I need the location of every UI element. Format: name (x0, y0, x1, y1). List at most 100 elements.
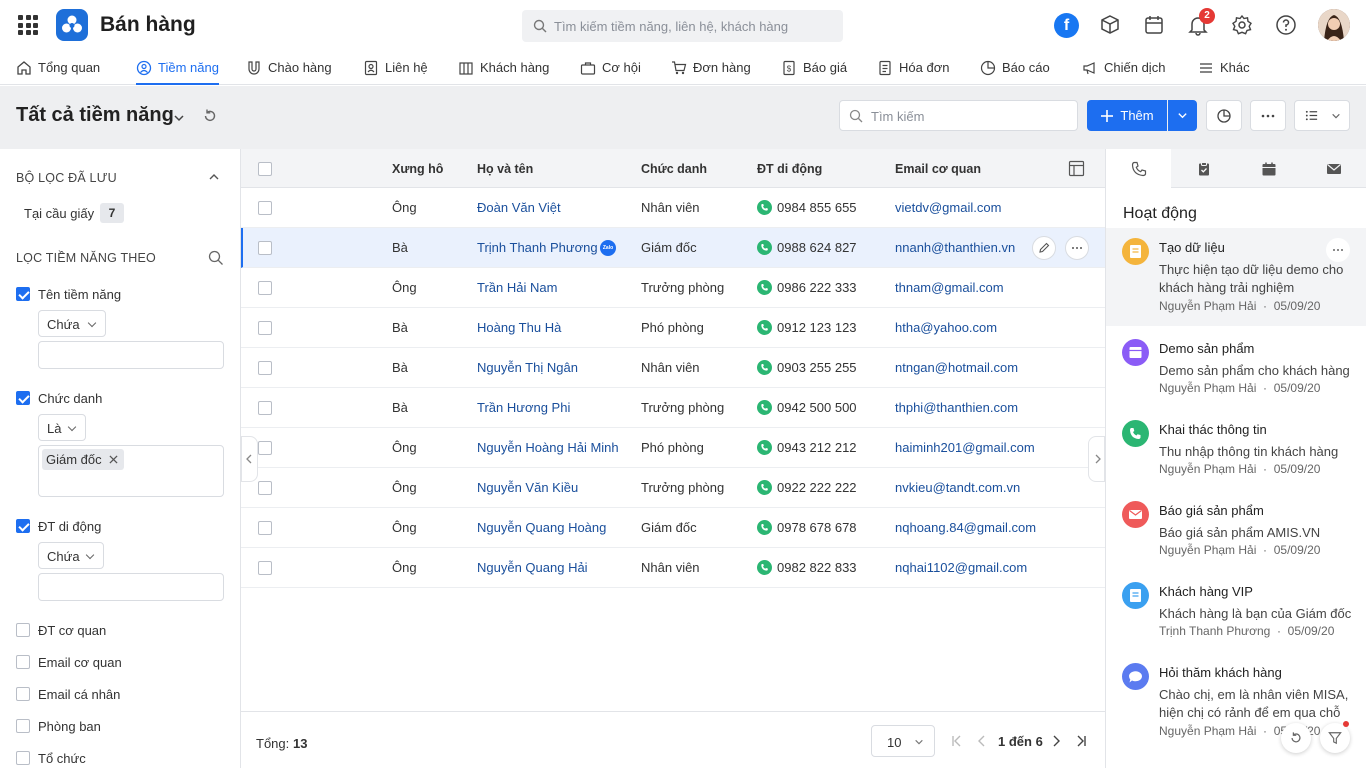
phone-icon[interactable] (757, 520, 772, 535)
tab-reports[interactable]: Báo cáo (980, 50, 1050, 85)
cell-name[interactable]: Nguyễn Quang Hoàng (477, 520, 606, 535)
activity-more-button[interactable] (1326, 238, 1350, 262)
filter-checkbox-personal-email[interactable] (16, 687, 30, 701)
facebook-icon[interactable]: f (1054, 13, 1079, 38)
activity-item[interactable]: Khách hàng VIP Khách hàng là bạn của Giá… (1106, 572, 1366, 653)
table-row[interactable]: Ông Nguyễn Quang Hoàng Giám đốc 0978 678… (241, 508, 1105, 548)
filter-activity-button[interactable] (1320, 721, 1350, 753)
page-search-input[interactable]: Tìm kiếm (839, 100, 1078, 131)
row-checkbox[interactable] (258, 441, 272, 455)
column-header-title[interactable]: Chức danh (641, 162, 707, 176)
cell-mobile[interactable]: 0912 123 123 (777, 320, 857, 335)
cell-email[interactable]: haiminh201@gmail.com (895, 440, 1035, 455)
chevron-down-icon[interactable] (173, 112, 185, 124)
user-avatar[interactable] (1318, 9, 1350, 41)
cell-mobile[interactable]: 0988 624 827 (777, 240, 857, 255)
tab-opportunities[interactable]: Cơ hội (580, 50, 641, 85)
activity-title-text[interactable]: Khai thác thông tin (1159, 422, 1267, 437)
cell-mobile[interactable]: 0984 855 655 (777, 200, 857, 215)
first-page-icon[interactable] (950, 734, 964, 748)
add-dropdown-button[interactable] (1168, 100, 1197, 131)
phone-icon[interactable] (757, 360, 772, 375)
tab-more[interactable]: Khác (1198, 50, 1250, 85)
row-checkbox[interactable] (258, 241, 272, 255)
filter-operator-lead-name[interactable]: Chứa (38, 310, 106, 337)
calendar-icon[interactable] (1143, 14, 1165, 36)
collapse-left-button[interactable] (241, 436, 258, 482)
cell-name[interactable]: Nguyễn Quang Hải (477, 560, 588, 575)
table-row[interactable]: Ông Nguyễn Văn Kiều Trưởng phòng 0922 22… (241, 468, 1105, 508)
apps-grid-icon[interactable] (18, 15, 38, 35)
row-checkbox[interactable] (258, 361, 272, 375)
cell-name[interactable]: Hoàng Thu Hà (477, 320, 561, 335)
activity-item[interactable]: Demo sản phẩm Demo sản phẩm cho khách hà… (1106, 329, 1366, 410)
cell-email[interactable]: ntngan@hotmail.com (895, 360, 1018, 375)
phone-icon[interactable] (757, 560, 772, 575)
column-settings-icon[interactable] (1068, 160, 1085, 177)
row-checkbox[interactable] (258, 561, 272, 575)
filter-checkbox-office-email[interactable] (16, 655, 30, 669)
help-icon[interactable] (1275, 14, 1297, 36)
saved-filter-item[interactable]: Tại cầu giấy (24, 206, 94, 221)
tab-contacts[interactable]: Liên hệ (363, 50, 428, 85)
table-row[interactable]: Bà Trịnh Thanh Phương Giám đốc 0988 624 … (241, 228, 1105, 268)
filter-checkbox-organization[interactable] (16, 751, 30, 765)
cell-email[interactable]: nvkieu@tandt.com.vn (895, 480, 1020, 495)
phone-icon[interactable] (757, 480, 772, 495)
activity-title-text[interactable]: Tạo dữ liệu (1159, 240, 1225, 255)
table-row[interactable]: Bà Nguyễn Thị Ngân Nhân viên 0903 255 25… (241, 348, 1105, 388)
activity-item[interactable]: Báo giá sản phẩm Báo giá sản phẩm AMIS.V… (1106, 491, 1366, 572)
more-actions-button[interactable] (1250, 100, 1286, 131)
activity-item[interactable]: Tạo dữ liệu Thực hiện tạo dữ liệu demo c… (1106, 228, 1366, 326)
filter-checkbox-job-title[interactable] (16, 391, 30, 405)
column-header-salutation[interactable]: Xưng hô (392, 162, 443, 176)
table-row[interactable]: Bà Hoàng Thu Hà Phó phòng 0912 123 123 h… (241, 308, 1105, 348)
table-row[interactable]: Ông Nguyễn Quang Hải Nhân viên 0982 822 … (241, 548, 1105, 588)
package-icon[interactable] (1099, 14, 1121, 36)
filter-operator-job-title[interactable]: Là (38, 414, 86, 441)
tab-offers[interactable]: Chào hàng (246, 50, 332, 85)
cell-mobile[interactable]: 0942 500 500 (777, 400, 857, 415)
table-row[interactable]: Bà Trần Hương Phi Trưởng phòng 0942 500 … (241, 388, 1105, 428)
filter-value-lead-name[interactable] (38, 341, 224, 369)
table-row[interactable]: Ông Đoàn Văn Việt Nhân viên 0984 855 655… (241, 188, 1105, 228)
cell-mobile[interactable]: 0982 822 833 (777, 560, 857, 575)
cell-name[interactable]: Đoàn Văn Việt (477, 200, 561, 215)
tab-call[interactable] (1106, 149, 1171, 188)
activity-title-text[interactable]: Khách hàng VIP (1159, 584, 1253, 599)
row-checkbox[interactable] (258, 281, 272, 295)
cell-name[interactable]: Trần Hương Phi (477, 400, 570, 415)
page-title[interactable]: Tất cả tiềm năng (16, 104, 174, 127)
column-header-name[interactable]: Họ và tên (477, 162, 533, 176)
row-checkbox[interactable] (258, 521, 272, 535)
tab-task[interactable] (1171, 149, 1236, 188)
view-mode-button[interactable] (1294, 100, 1350, 131)
tab-quotes[interactable]: $ Báo giá (781, 50, 847, 85)
cell-name[interactable]: Nguyễn Văn Kiều (477, 480, 578, 495)
phone-icon[interactable] (757, 320, 772, 335)
next-page-icon[interactable] (1049, 734, 1063, 748)
close-icon[interactable] (109, 455, 118, 464)
cell-email[interactable]: htha@yahoo.com (895, 320, 997, 335)
cell-mobile[interactable]: 0986 222 333 (777, 280, 857, 295)
table-row[interactable]: Ông Trần Hải Nam Trưởng phòng 0986 222 3… (241, 268, 1105, 308)
row-more-button[interactable] (1065, 236, 1089, 260)
activity-title-text[interactable]: Báo giá sản phẩm (1159, 503, 1264, 518)
activity-title-text[interactable]: Hỏi thăm khách hàng (1159, 665, 1282, 680)
tab-overview[interactable]: Tổng quan (16, 50, 100, 85)
gear-icon[interactable] (1231, 14, 1253, 36)
filter-checkbox-lead-name[interactable] (16, 287, 30, 301)
phone-icon[interactable] (757, 440, 772, 455)
cell-email[interactable]: nqhai1102@gmail.com (895, 560, 1027, 575)
filter-checkbox-office-phone[interactable] (16, 623, 30, 637)
tab-email[interactable] (1301, 149, 1366, 188)
phone-icon[interactable] (757, 200, 772, 215)
cell-name[interactable]: Nguyễn Thị Ngân (477, 360, 578, 375)
table-row[interactable]: Ông Nguyễn Hoàng Hải Minh Phó phòng 0943… (241, 428, 1105, 468)
select-all-checkbox[interactable] (258, 162, 272, 176)
chevron-up-icon[interactable] (208, 171, 220, 183)
cell-email[interactable]: nnanh@thanthien.vn (895, 240, 1015, 255)
filter-operator-mobile[interactable]: Chứa (38, 542, 104, 569)
cell-mobile[interactable]: 0978 678 678 (777, 520, 857, 535)
filter-value-job-title[interactable]: Giám đốc (38, 445, 224, 497)
